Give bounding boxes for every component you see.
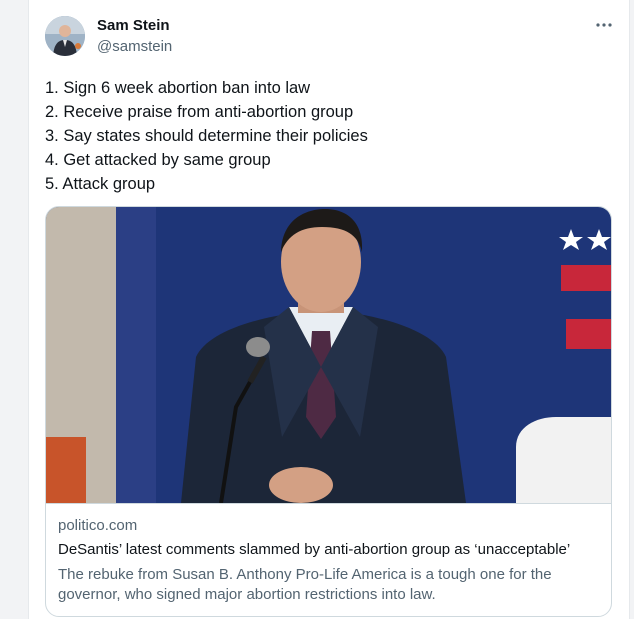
link-description: The rebuke from Susan B. Anthony Pro-Lif… [58, 566, 552, 603]
link-title[interactable]: DeSantis’ latest comments slammed by ant… [58, 541, 570, 558]
link-preview-image[interactable] [46, 207, 611, 503]
more-horizontal-icon [596, 23, 612, 27]
tweet-line: 5. Attack group [45, 175, 156, 193]
tweet-line: 1. Sign 6 week abortion ban into law [45, 79, 311, 97]
tweet-text: 1. Sign 6 week abortion ban into law 2. … [45, 76, 605, 196]
link-preview-meta: politico.com DeSantis’ latest comments s… [46, 503, 611, 616]
tweet-line: 3. Say states should determine their pol… [45, 127, 368, 145]
avatar[interactable] [45, 16, 85, 56]
author-handle[interactable]: @samstein [97, 38, 172, 55]
link-domain: politico.com [58, 517, 138, 534]
avatar-image [45, 16, 85, 56]
more-options-button[interactable] [593, 14, 615, 36]
tweet-line: 2. Receive praise from anti-abortion gro… [45, 103, 354, 121]
link-preview-card[interactable]: politico.com DeSantis’ latest comments s… [45, 206, 612, 617]
tweet-line: 4. Get attacked by same group [45, 151, 271, 169]
author-name[interactable]: Sam Stein [97, 17, 170, 34]
tweet-card[interactable]: Sam Stein @samstein 1. Sign 6 week abort… [28, 0, 630, 619]
